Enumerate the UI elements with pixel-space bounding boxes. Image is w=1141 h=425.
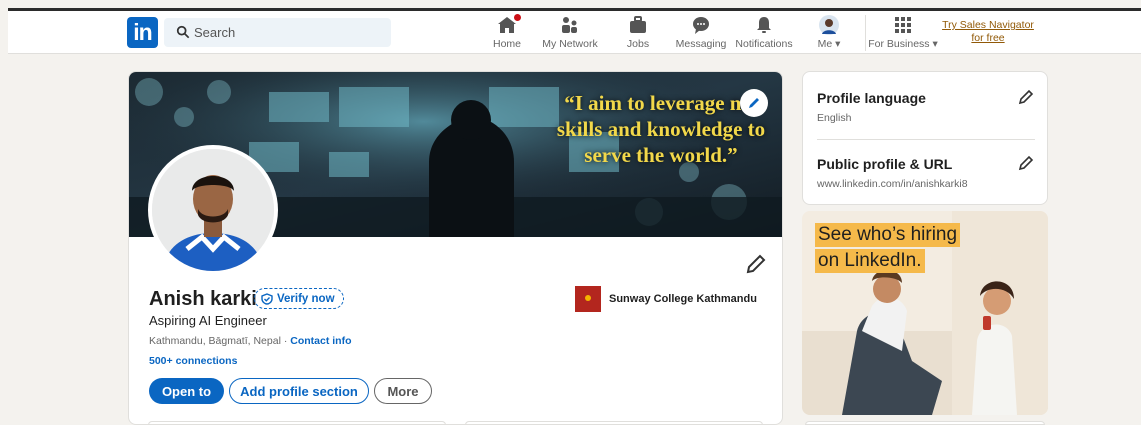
- next-card-edge: [805, 421, 1045, 425]
- nav-for-business[interactable]: For Business ▾: [868, 15, 938, 53]
- education-entry[interactable]: Sunway College Kathmandu: [575, 286, 757, 312]
- verify-now-label: Verify now: [277, 292, 335, 305]
- nav-notifications[interactable]: Notifications: [734, 15, 794, 53]
- next-card-edge: [148, 421, 446, 425]
- caret-down-icon: ▾: [835, 38, 841, 50]
- grid-icon: [894, 15, 912, 35]
- college-name: Sunway College Kathmandu: [609, 293, 757, 305]
- nav-divider: [865, 15, 866, 51]
- nav-me-label: Me ▾: [817, 38, 841, 50]
- profile-language-title: Profile language: [817, 90, 926, 106]
- public-profile-title: Public profile & URL: [817, 156, 953, 172]
- caret-down-icon: ▾: [932, 38, 938, 50]
- avatar-small: [819, 15, 839, 35]
- ad-headline-2: on LinkedIn.: [815, 249, 925, 273]
- top-nav-bar: in Home My Network Jobs Messaging Notifi: [8, 11, 1141, 54]
- nav-home-label: Home: [492, 38, 521, 50]
- bell-icon: [754, 15, 774, 35]
- college-logo: [575, 286, 601, 312]
- sales-line-1: Try Sales Navigator: [942, 19, 1034, 31]
- home-icon: [497, 12, 523, 35]
- add-profile-section-button[interactable]: Add profile section: [229, 378, 369, 404]
- nav-for-business-label: For Business ▾: [868, 38, 938, 50]
- nav-jobs[interactable]: Jobs: [623, 15, 653, 53]
- nav-messaging-label: Messaging: [675, 38, 727, 50]
- nav-jobs-label: Jobs: [626, 38, 650, 50]
- linkedin-logo[interactable]: in: [127, 17, 158, 48]
- open-to-button[interactable]: Open to: [149, 378, 224, 404]
- nav-messaging[interactable]: Messaging: [675, 15, 727, 53]
- more-button[interactable]: More: [374, 378, 432, 404]
- sales-line-2: for free: [971, 32, 1005, 44]
- edit-language-pencil-icon[interactable]: [1017, 88, 1035, 106]
- profile-location: Kathmandu, Bāgmatī, Nepal: [149, 335, 281, 347]
- edit-url-pencil-icon[interactable]: [1017, 154, 1035, 172]
- settings-divider: [817, 139, 1035, 140]
- profile-card: “I aim to leverage my skills and knowled…: [128, 71, 783, 425]
- avatar-photo: [152, 149, 274, 271]
- edit-intro-pencil-icon[interactable]: [744, 252, 768, 276]
- nav-my-network-label: My Network: [542, 38, 598, 50]
- hiring-ad[interactable]: See who’s hiring on LinkedIn.: [802, 211, 1048, 415]
- contact-info-link[interactable]: Contact info: [290, 335, 351, 347]
- profile-name: Anish karki: [149, 288, 257, 310]
- notification-dot: [512, 12, 523, 23]
- profile-headline: Aspiring AI Engineer: [149, 313, 267, 328]
- profile-location-line: Kathmandu, Bāgmatī, Nepal · Contact info: [149, 335, 352, 347]
- people-icon: [560, 15, 580, 35]
- nav-home[interactable]: Home: [489, 12, 525, 53]
- ad-headline-1: See who’s hiring: [815, 223, 961, 247]
- search-icon: [176, 25, 190, 39]
- profile-avatar[interactable]: [148, 145, 278, 275]
- connections-link[interactable]: 500+ connections: [149, 355, 237, 367]
- nav-me[interactable]: Me ▾: [814, 15, 844, 53]
- profile-language-value: English: [817, 112, 852, 124]
- sales-navigator-link[interactable]: Try Sales Navigator for free: [940, 19, 1036, 45]
- shield-check-icon: [261, 292, 273, 305]
- public-profile-url: www.linkedin.com/in/anishkarki8: [817, 178, 968, 190]
- next-card-edge: [465, 421, 763, 425]
- pencil-icon: [749, 98, 759, 108]
- location-separator: ·: [280, 335, 291, 347]
- message-icon: [691, 15, 711, 35]
- nav-my-network[interactable]: My Network: [541, 15, 599, 53]
- briefcase-icon: [628, 15, 648, 35]
- search-box[interactable]: [164, 18, 391, 47]
- profile-settings-card: Profile language English Public profile …: [802, 71, 1048, 205]
- verify-now-button[interactable]: Verify now: [254, 288, 344, 309]
- search-input[interactable]: [194, 18, 384, 47]
- edit-banner-button[interactable]: [740, 89, 768, 117]
- nav-notifications-label: Notifications: [735, 38, 793, 50]
